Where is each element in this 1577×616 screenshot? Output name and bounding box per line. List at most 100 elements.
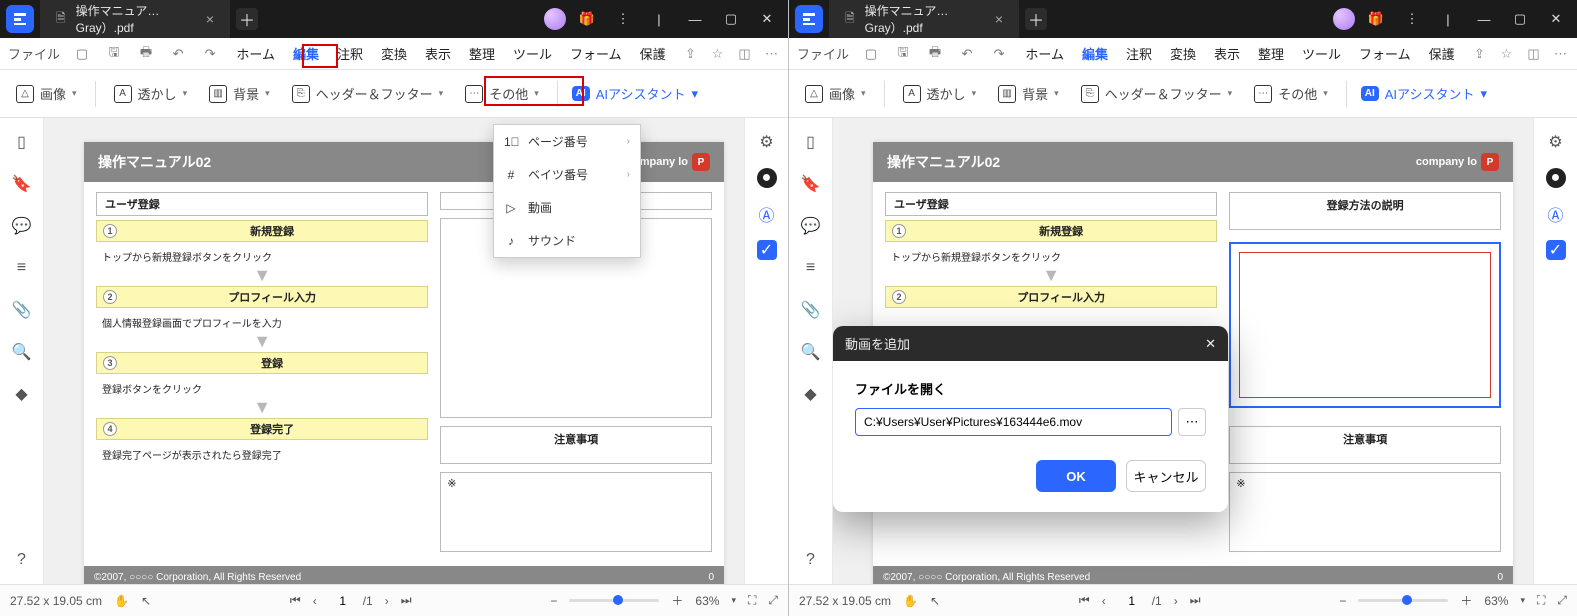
ribbon-background[interactable]: ▥背景▾ [994,81,1063,106]
menu-annotate[interactable]: 注釈 [335,41,365,66]
dropdown-page-number[interactable]: 1⃣ページ番号› [494,125,640,158]
widget-icon[interactable]: ◫ [736,45,753,62]
redo-icon[interactable]: ↷ [989,44,1009,64]
layers-icon[interactable]: ◆ [801,384,821,404]
menu-edit[interactable]: 編集 [291,41,321,66]
fit-page-icon[interactable]: ⛶ [748,593,756,608]
ribbon-other[interactable]: ⋯その他▾ [1250,81,1332,106]
document-tab[interactable]: 🗎 操作マニュア…Gray）.pdf × [40,0,230,42]
ribbon-watermark[interactable]: A透かし▾ [110,81,192,106]
avatar[interactable] [1333,8,1355,30]
page-indicator[interactable]: /1 [1118,594,1162,608]
share-icon[interactable]: ⇪ [682,45,699,62]
next-page-icon[interactable]: › [1174,594,1178,608]
sliders-icon[interactable]: ⚙ [1546,132,1566,152]
help-icon[interactable]: ? [12,550,32,570]
prev-page-icon[interactable]: ‹ [1102,594,1106,608]
gift-icon[interactable]: 🎁 [572,6,602,32]
zoom-in-icon[interactable]: ＋ [1460,592,1472,609]
menu-protect[interactable]: 保護 [1427,41,1457,66]
file-menu[interactable]: ファイル [8,44,60,63]
last-page-icon[interactable]: ⏭ [401,593,412,608]
zoom-out-icon[interactable]: − [550,594,557,608]
help-icon[interactable]: ? [801,550,821,570]
save-icon[interactable]: 🖫 [104,44,124,64]
comments-icon[interactable]: 💬 [801,216,821,236]
maximize-button[interactable]: ▢ [1505,6,1535,32]
redo-icon[interactable]: ↷ [200,44,220,64]
thumbnails-icon[interactable]: ▯ [801,132,821,152]
bell-icon[interactable]: ☆ [1498,45,1515,62]
zoom-value[interactable]: 63% [1484,594,1508,608]
ribbon-image[interactable]: △画像▾ [801,81,870,106]
select-tool-icon[interactable]: ↖ [141,594,151,608]
ribbon-background[interactable]: ▥背景▾ [205,81,274,106]
open-icon[interactable]: ▢ [72,44,92,64]
file-path-input[interactable] [855,408,1172,436]
ribbon-headerfooter[interactable]: ⎘ヘッダー＆フッター▾ [1077,81,1237,106]
print-icon[interactable]: 🖶 [136,44,156,64]
bell-icon[interactable]: ☆ [709,45,726,62]
kebab-icon[interactable]: ⋮ [1397,6,1427,32]
zoom-in-icon[interactable]: ＋ [671,592,683,609]
menu-convert[interactable]: 変換 [379,41,409,66]
comments-icon[interactable]: 💬 [12,216,32,236]
page-current[interactable] [329,594,357,608]
fullscreen-icon[interactable]: ⤢ [768,593,778,608]
translate-icon[interactable]: Ⓐ [1546,204,1566,224]
undo-icon[interactable]: ↶ [957,44,977,64]
ai-chat-icon[interactable]: ● [757,168,777,188]
new-tab-button[interactable]: ＋ [1025,8,1047,30]
cancel-button[interactable]: キャンセル [1126,460,1206,492]
ok-button[interactable]: OK [1036,460,1116,492]
fields-icon[interactable]: ≡ [801,258,821,278]
page-current[interactable] [1118,594,1146,608]
last-page-icon[interactable]: ⏭ [1190,593,1201,608]
minimize-button[interactable]: — [1469,6,1499,32]
browse-button[interactable]: ⋯ [1178,408,1206,436]
attachments-icon[interactable]: 📎 [801,300,821,320]
hand-tool-icon[interactable]: ✋ [114,594,129,608]
next-page-icon[interactable]: › [385,594,389,608]
menu-home[interactable]: ホーム [1023,41,1066,66]
fullscreen-icon[interactable]: ⤢ [1557,593,1567,608]
print-icon[interactable]: 🖶 [925,44,945,64]
menu-organize[interactable]: 整理 [467,41,497,66]
gift-icon[interactable]: 🎁 [1361,6,1391,32]
menu-form[interactable]: フォーム [1357,41,1413,66]
close-window-button[interactable]: ✕ [752,6,782,32]
more-icon[interactable]: ⋯ [1552,45,1569,62]
video-selection-box[interactable] [1229,242,1501,408]
fields-icon[interactable]: ≡ [12,258,32,278]
canvas[interactable]: 操作マニュアル02 company lo P ユーザ登録 1新規登録 トップから… [44,118,744,584]
menu-edit[interactable]: 編集 [1080,41,1110,66]
check-icon[interactable]: ✓ [757,240,777,260]
menu-view[interactable]: 表示 [1212,41,1242,66]
avatar[interactable] [544,8,566,30]
thumbnails-icon[interactable]: ▯ [12,132,32,152]
ribbon-image[interactable]: △画像▾ [12,81,81,106]
page-indicator[interactable]: /1 [329,594,373,608]
sliders-icon[interactable]: ⚙ [757,132,777,152]
menu-view[interactable]: 表示 [423,41,453,66]
ai-chat-icon[interactable]: ● [1546,168,1566,188]
new-tab-button[interactable]: ＋ [236,8,258,30]
translate-icon[interactable]: Ⓐ [757,204,777,224]
close-window-button[interactable]: ✕ [1541,6,1571,32]
menu-form[interactable]: フォーム [568,41,624,66]
dropdown-video[interactable]: ▷動画 [494,191,640,224]
bookmarks-icon[interactable]: 🔖 [801,174,821,194]
minimize-button[interactable]: — [680,6,710,32]
menu-convert[interactable]: 変換 [1168,41,1198,66]
layers-icon[interactable]: ◆ [12,384,32,404]
close-tab-icon[interactable]: × [206,11,214,27]
first-page-icon[interactable]: ⏮ [1079,593,1090,608]
undo-icon[interactable]: ↶ [168,44,188,64]
ribbon-ai[interactable]: AIAIアシスタント▾ [572,84,698,103]
save-icon[interactable]: 🖫 [893,44,913,64]
first-page-icon[interactable]: ⏮ [290,593,301,608]
ribbon-watermark[interactable]: A透かし▾ [899,81,981,106]
menu-tool[interactable]: ツール [511,41,554,66]
document-tab[interactable]: 🗎 操作マニュア…Gray）.pdf × [829,0,1019,42]
attachments-icon[interactable]: 📎 [12,300,32,320]
